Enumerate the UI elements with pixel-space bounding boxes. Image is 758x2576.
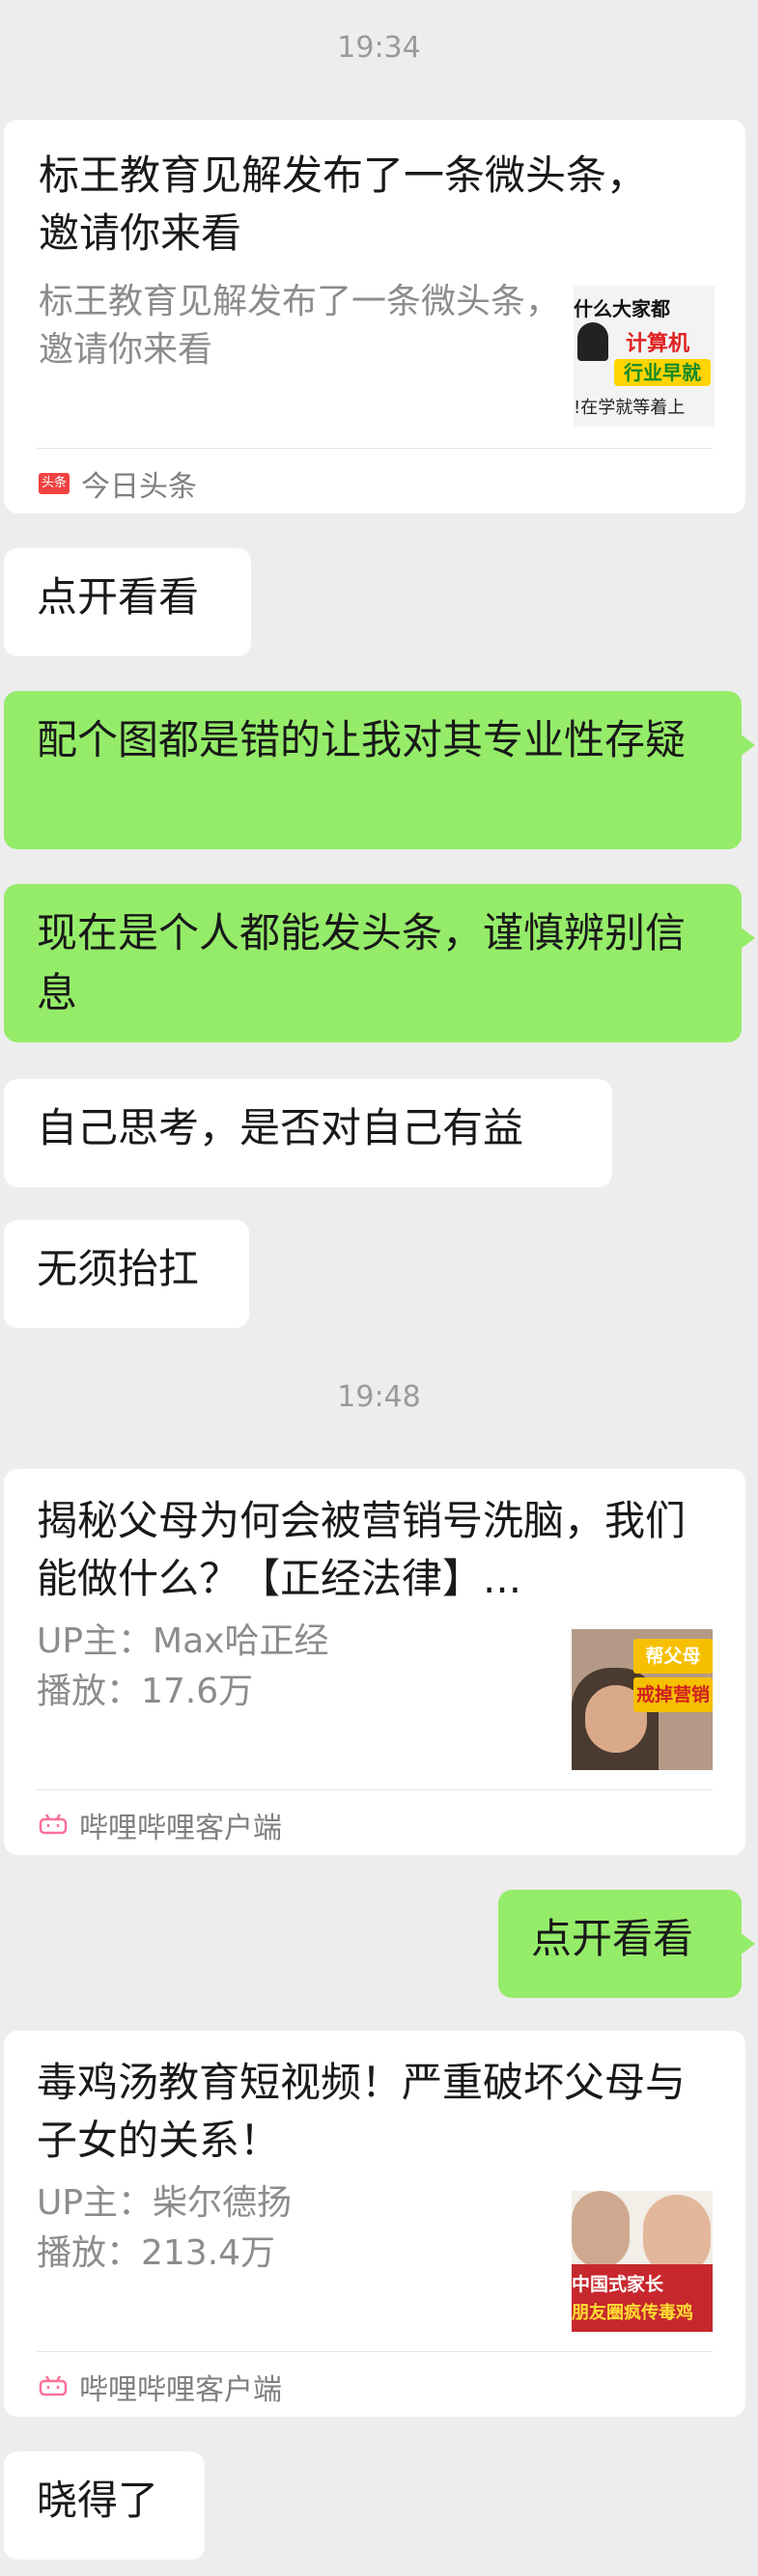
bilibili-icon (39, 1809, 68, 1842)
message-bubble[interactable]: 晓得了 (4, 2451, 205, 2560)
divider (37, 1789, 713, 1790)
timestamp: 19:48 (337, 1380, 421, 1414)
bilibili-icon (39, 2370, 68, 2404)
source-label: 哔哩哔哩客户端 (79, 1812, 282, 1845)
message-bubble[interactable]: 自己思考，是否对自己有益 (4, 1079, 612, 1187)
card-thumbnail: 帮父母 戒掉营销 (572, 1629, 713, 1770)
share-card-bilibili[interactable]: 毒鸡汤教育短视频！严重破坏父母与子女的关系！ UP主：柴尔德扬 播放：213.4… (4, 2031, 745, 2417)
share-card-toutiao[interactable]: 标王教育见解发布了一条微头条，邀请你来看 标王教育见解发布了一条微头条，邀请你来… (4, 120, 745, 513)
card-title: 揭秘父母为何会被营销号洗脑，我们能做什么？【正经法律】... (37, 1497, 687, 1602)
card-source: 哔哩哔哩客户端 (39, 1803, 282, 1847)
play-count: 播放：17.6万 (37, 1672, 254, 1711)
share-card-bilibili[interactable]: 揭秘父母为何会被营销号洗脑，我们能做什么？【正经法律】... UP主：Max哈正… (4, 1469, 745, 1855)
toutiao-icon: 头条 (39, 473, 70, 494)
message-bubble[interactable]: 无须抬扛 (4, 1220, 249, 1328)
card-title: 标王教育见解发布了一条微头条，邀请你来看 (39, 152, 648, 257)
uploader-label: UP主：柴尔德扬 (37, 2183, 293, 2223)
card-source: 头条 今日头条 (39, 461, 197, 506)
play-count: 播放：213.4万 (37, 2233, 276, 2273)
card-description: 标王教育见解发布了一条微头条，邀请你来看 (39, 282, 561, 370)
card-thumbnail: 中国式家长 朋友圈疯传毒鸡 (572, 2191, 713, 2332)
message-bubble[interactable]: 现在是个人都能发头条，谨慎辨别信息 (4, 884, 755, 1042)
card-source: 哔哩哔哩客户端 (39, 2365, 282, 2409)
divider (37, 448, 713, 449)
message-bubble[interactable]: 点开看看 (4, 548, 251, 656)
card-thumbnail: 什么大家都 计算机 行业早就 !在学就等着上 (574, 286, 715, 427)
message-bubble[interactable]: 点开看看 (498, 1890, 755, 1998)
message-bubble[interactable]: 配个图都是错的让我对其专业性存疑 (4, 691, 755, 849)
source-label: 今日头条 (81, 470, 197, 504)
uploader-label: UP主：Max哈正经 (37, 1621, 329, 1661)
divider (37, 2351, 713, 2352)
source-label: 哔哩哔哩客户端 (79, 2373, 282, 2407)
timestamp: 19:34 (337, 31, 421, 65)
card-title: 毒鸡汤教育短视频！严重破坏父母与子女的关系！ (37, 2059, 687, 2164)
